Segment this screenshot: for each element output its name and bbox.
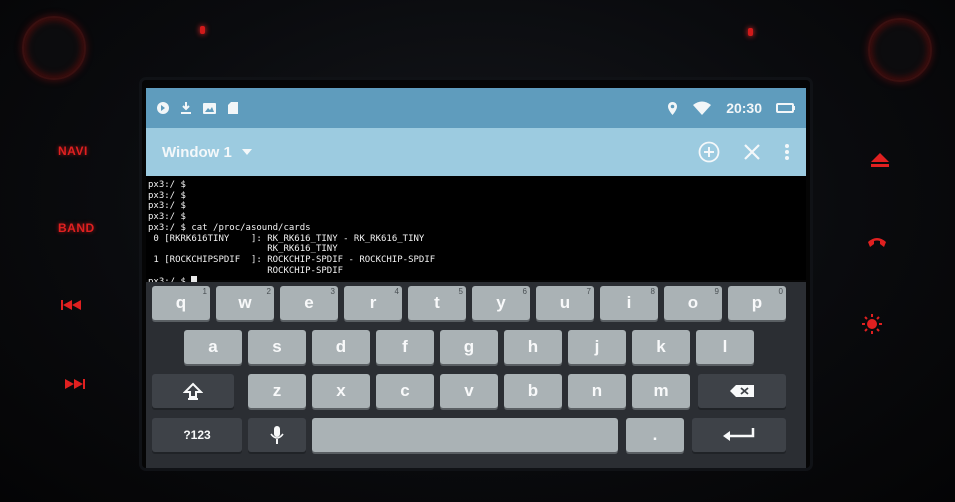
- indicator-led: [748, 28, 753, 36]
- microphone-icon: [270, 426, 284, 444]
- enter-icon: [723, 428, 755, 441]
- sd-card-icon: [228, 102, 238, 114]
- head-unit-bezel: NAVI BAND 20:30 Window 1 px3:/ $ px3:/ $…: [0, 0, 955, 502]
- more-options-icon[interactable]: [784, 143, 790, 161]
- key-w[interactable]: w2: [216, 286, 274, 320]
- band-button[interactable]: BAND: [58, 221, 95, 235]
- key-i[interactable]: i8: [600, 286, 658, 320]
- key-g[interactable]: g: [440, 330, 498, 364]
- terminal-line: 0 [RKRK616TINY ]: RK_RK616_TINY - RK_RK6…: [148, 233, 425, 244]
- status-bar: 20:30: [146, 88, 806, 128]
- next-track-icon[interactable]: [64, 378, 86, 390]
- touch-screen: 20:30 Window 1 px3:/ $ px3:/ $ px3:/ $ p…: [142, 80, 810, 468]
- terminal-line: px3:/ $ cat /proc/asound/cards: [148, 222, 311, 233]
- key-x[interactable]: x: [312, 374, 370, 408]
- indicator-led: [200, 26, 205, 34]
- add-window-icon[interactable]: [698, 141, 720, 163]
- period-key[interactable]: .: [626, 418, 684, 452]
- key-m[interactable]: m: [632, 374, 690, 408]
- settings-sun-icon[interactable]: [862, 314, 882, 334]
- key-l[interactable]: l: [696, 330, 754, 364]
- key-u[interactable]: u7: [536, 286, 594, 320]
- key-r[interactable]: r4: [344, 286, 402, 320]
- wifi-icon: [693, 101, 712, 115]
- navi-button[interactable]: NAVI: [58, 144, 88, 158]
- notification-icon: [157, 102, 169, 114]
- location-icon: [668, 101, 678, 115]
- space-key[interactable]: [312, 418, 618, 452]
- symbols-key[interactable]: ?123: [152, 418, 242, 452]
- key-c[interactable]: c: [376, 374, 434, 408]
- terminal-line: ROCKCHIP-SPDIF: [148, 265, 344, 276]
- key-p[interactable]: p0: [728, 286, 786, 320]
- terminal-line: px3:/ $: [148, 212, 186, 223]
- volume-knob[interactable]: [22, 16, 86, 80]
- backspace-icon: [730, 385, 754, 397]
- key-v[interactable]: v: [440, 374, 498, 408]
- terminal-output[interactable]: px3:/ $ px3:/ $ px3:/ $ px3:/ $ px3:/ $ cat …: [146, 176, 806, 287]
- key-k[interactable]: k: [632, 330, 690, 364]
- key-a[interactable]: a: [184, 330, 242, 364]
- terminal-line: px3:/ $: [148, 190, 186, 201]
- key-t[interactable]: t5: [408, 286, 466, 320]
- key-q[interactable]: q1: [152, 286, 210, 320]
- terminal-app-bar: Window 1: [146, 128, 806, 176]
- key-n[interactable]: n: [568, 374, 626, 408]
- terminal-line: 1 [ROCKCHIPSPDIF ]: ROCKCHIP-SPDIF - ROC…: [148, 254, 436, 265]
- terminal-line: px3:/ $: [148, 180, 186, 190]
- key-y[interactable]: y6: [472, 286, 530, 320]
- window-title[interactable]: Window 1: [162, 144, 232, 161]
- image-icon: [203, 102, 216, 114]
- status-time: 20:30: [726, 100, 762, 116]
- download-icon: [181, 102, 191, 114]
- key-h[interactable]: h: [504, 330, 562, 364]
- previous-track-icon[interactable]: [61, 299, 83, 311]
- soft-keyboard: q1 w2 e3 r4 t5 y6 u7 i8 o9 p0 a s d f g …: [146, 282, 806, 468]
- enter-key[interactable]: [692, 418, 786, 452]
- key-j[interactable]: j: [568, 330, 626, 364]
- backspace-key[interactable]: [698, 374, 786, 408]
- key-b[interactable]: b: [504, 374, 562, 408]
- shift-key[interactable]: [152, 374, 234, 408]
- key-f[interactable]: f: [376, 330, 434, 364]
- phone-hangup-icon[interactable]: [866, 236, 888, 250]
- eject-icon[interactable]: [870, 152, 890, 168]
- close-icon[interactable]: [742, 142, 762, 162]
- shift-icon: [183, 382, 203, 400]
- terminal-line: RK_RK616_TINY: [148, 244, 338, 255]
- terminal-line: px3:/ $: [148, 201, 186, 212]
- key-z[interactable]: z: [248, 374, 306, 408]
- key-o[interactable]: o9: [664, 286, 722, 320]
- key-s[interactable]: s: [248, 330, 306, 364]
- key-d[interactable]: d: [312, 330, 370, 364]
- key-e[interactable]: e3: [280, 286, 338, 320]
- voice-input-key[interactable]: [248, 418, 306, 452]
- dropdown-arrow-icon[interactable]: [241, 149, 252, 155]
- tuning-knob[interactable]: [868, 18, 932, 82]
- battery-icon: [776, 103, 795, 113]
